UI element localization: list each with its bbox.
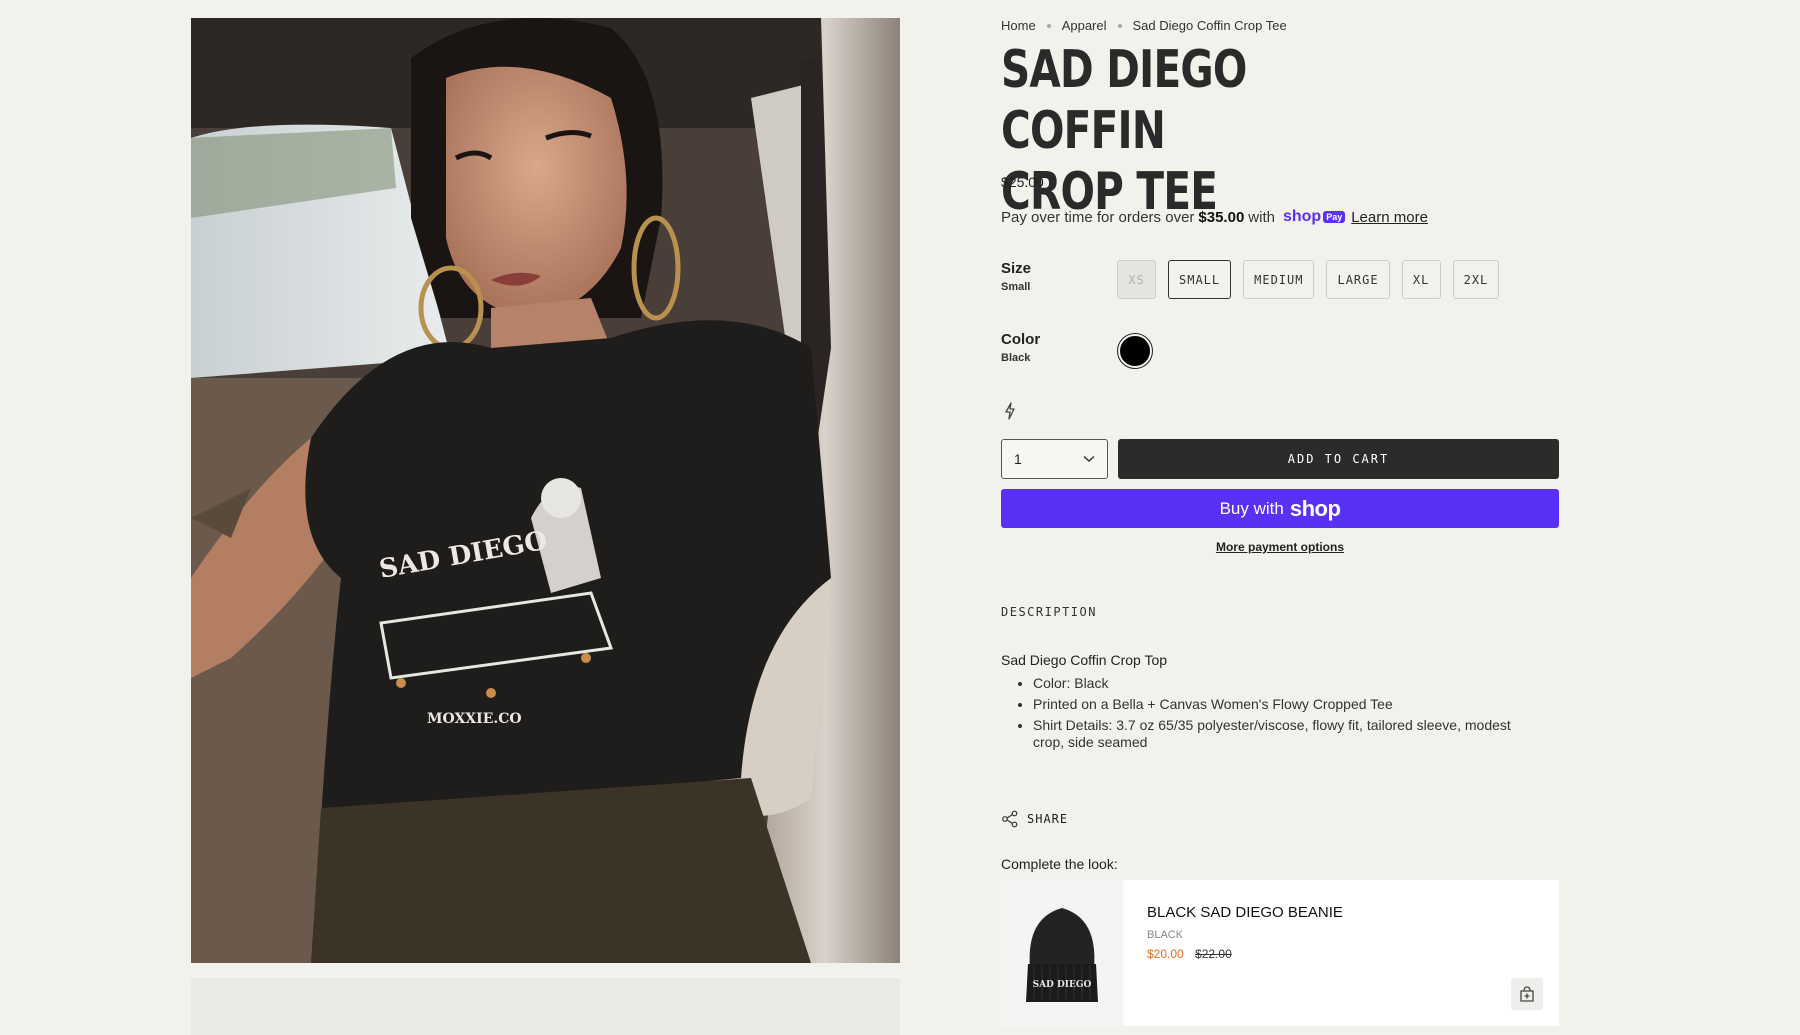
product-page: SAD DIEGO MOXXIE.CO Home Apparel Sad Die… [0,0,1800,1035]
complete-the-look-prices: $20.00 $22.00 [1147,947,1535,961]
size-option-small[interactable]: SMALL [1168,260,1232,299]
original-price: $22.00 [1195,947,1232,961]
product-image-secondary[interactable] [191,978,900,1035]
size-option-large[interactable]: LARGE [1326,260,1390,299]
size-option-xs[interactable]: XS [1117,260,1156,299]
quantity-value: 1 [1014,451,1022,467]
product-photo-illustration: SAD DIEGO MOXXIE.CO [191,18,900,963]
lightning-icon [1005,402,1015,420]
add-to-cart-button[interactable]: ADD TO CART [1118,439,1559,479]
learn-more-link[interactable]: Learn more [1351,209,1428,226]
installments-prefix: Pay over time for orders over [1001,208,1195,226]
breadcrumb-current: Sad Diego Coffin Crop Tee [1132,18,1287,33]
breadcrumb-separator [1117,23,1122,28]
installments-message: Pay over time for orders over $35.00 wit… [1001,208,1428,226]
buy-with-shop-button[interactable]: Buy with shop [1001,489,1559,528]
color-label: Color [1001,331,1041,348]
share-icon [1002,810,1018,828]
size-option-2xl[interactable]: 2XL [1452,260,1500,299]
breadcrumb: Home Apparel Sad Diego Coffin Crop Tee [1001,18,1287,33]
sale-price: $20.00 [1147,947,1184,961]
description-heading: DESCRIPTION [1001,605,1097,619]
size-label: Size [1001,260,1032,277]
share-label: SHARE [1027,812,1069,826]
shirt-brand-text: MOXXIE.CO [427,711,522,727]
complete-the-look-color: BLACK [1147,929,1184,941]
product-title: SAD DIEGO COFFIN CROP TEE [1001,40,1247,222]
shop-pay-logo: shop Pay [1282,208,1346,226]
shop-pay-logo-shop: shop [1282,208,1322,225]
size-option-medium[interactable]: MEDIUM [1243,260,1315,299]
shop-pay-logo-pay: Pay [1323,211,1346,223]
installments-threshold: $35.00 [1198,208,1245,226]
product-image[interactable]: SAD DIEGO MOXXIE.CO [191,18,900,963]
share-button[interactable]: SHARE [1001,810,1068,828]
description-bullet: Printed on a Bella + Canvas Women's Flow… [1033,696,1533,713]
installments-with: with [1248,208,1275,226]
add-to-bag-icon [1520,986,1534,1002]
size-selected-value: Small [1001,281,1031,293]
complete-the-look-card[interactable]: SAD DIEGO BLACK SAD DIEGO BEANIE BLACK $… [1001,880,1559,1026]
color-swatch-fill [1120,336,1150,366]
product-price: $25.00 [1001,174,1044,190]
description-bullet: Shirt Details: 3.7 oz 65/35 polyester/vi… [1033,717,1533,751]
size-option-xl[interactable]: XL [1401,260,1441,299]
description-bullet: Color: Black [1033,675,1533,692]
color-selected-value: Black [1001,352,1031,364]
buy-with-label: Buy with [1219,498,1284,518]
description-intro: Sad Diego Coffin Crop Top [1001,652,1168,668]
beanie-thumbnail[interactable]: SAD DIEGO [1001,880,1123,1026]
quantity-select[interactable]: 1 [1001,439,1108,479]
description-list: Color: Black Printed on a Bella + Canvas… [1033,675,1533,755]
color-option-label: Color Black [1001,331,1040,364]
chevron-down-icon [1083,455,1095,462]
beanie-print-text: SAD DIEGO [1033,980,1092,990]
size-option-label: Size Small [1001,260,1031,293]
complete-the-look-label: Complete the look: [1001,856,1118,872]
shop-logo: shop [1289,495,1341,521]
complete-the-look-name[interactable]: BLACK SAD DIEGO BEANIE [1147,904,1535,921]
breadcrumb-separator [1046,23,1051,28]
beanie-image: SAD DIEGO [1026,908,1098,1002]
breadcrumb-home[interactable]: Home [1001,18,1036,33]
size-selector: XS SMALL MEDIUM LARGE XL 2XL [1117,260,1500,299]
complete-the-look-details: BLACK SAD DIEGO BEANIE BLACK $20.00 $22.… [1123,880,1559,1026]
color-swatch-black[interactable] [1117,333,1153,369]
quick-add-button[interactable] [1511,978,1543,1010]
more-payment-options-link[interactable]: More payment options [1001,540,1559,554]
breadcrumb-category[interactable]: Apparel [1062,18,1107,33]
